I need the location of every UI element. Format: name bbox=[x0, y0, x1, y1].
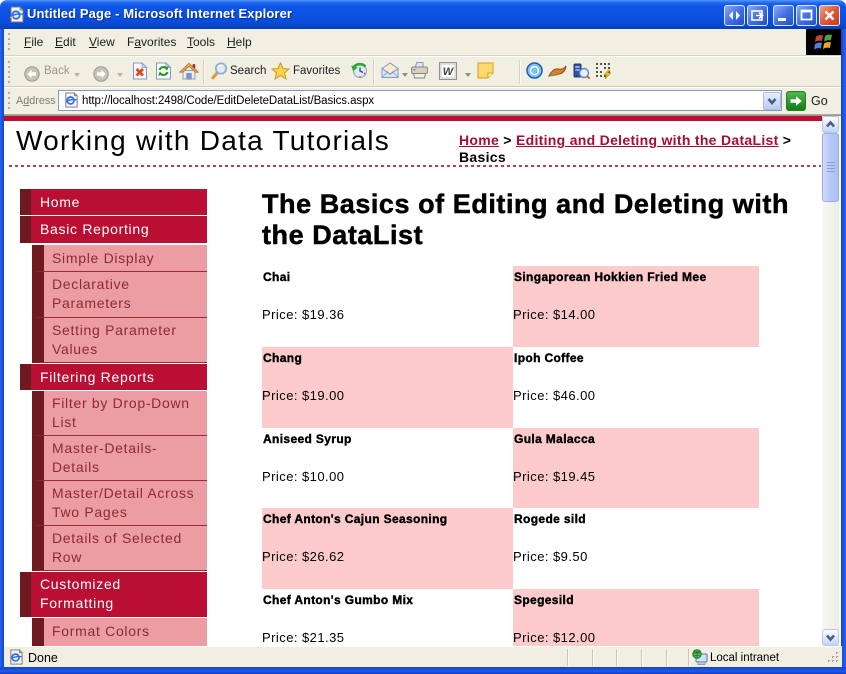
svg-text:W: W bbox=[443, 66, 455, 78]
